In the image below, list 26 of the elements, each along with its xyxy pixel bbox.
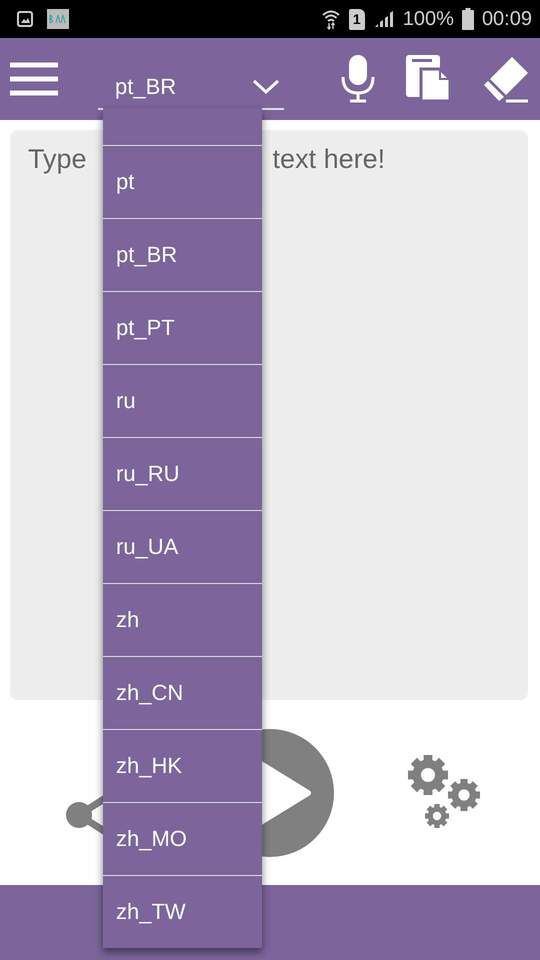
language-option[interactable]: pt_BR — [103, 219, 262, 292]
battery-percentage: 100% — [402, 8, 454, 30]
eraser-button[interactable] — [482, 55, 530, 103]
language-option[interactable]: pt — [103, 146, 262, 219]
sim-card-icon: 1 — [348, 8, 365, 30]
language-option[interactable]: zh_CN — [103, 657, 262, 730]
app-icon — [47, 9, 69, 29]
menu-icon — [10, 62, 58, 96]
language-option[interactable]: zh_MO — [103, 803, 262, 876]
chevron-down-icon — [252, 79, 280, 95]
clock: 00:09 — [482, 8, 532, 30]
gallery-icon — [17, 11, 33, 27]
wifi-icon — [320, 8, 341, 30]
signal-icon — [372, 9, 395, 29]
microphone-button[interactable] — [340, 55, 376, 103]
language-option[interactable]: ru — [103, 365, 262, 438]
language-option[interactable]: pt_PT — [103, 292, 262, 365]
microphone-icon — [340, 55, 376, 103]
language-option[interactable]: ru_RU — [103, 438, 262, 511]
battery-icon — [462, 8, 474, 30]
language-option[interactable]: zh_TW — [103, 876, 262, 948]
language-option[interactable]: ru_UA — [103, 511, 262, 584]
eraser-icon — [482, 55, 530, 103]
language-option[interactable]: zh — [103, 584, 262, 657]
menu-button[interactable] — [10, 62, 58, 96]
language-option[interactable]: zh_HK — [103, 730, 262, 803]
